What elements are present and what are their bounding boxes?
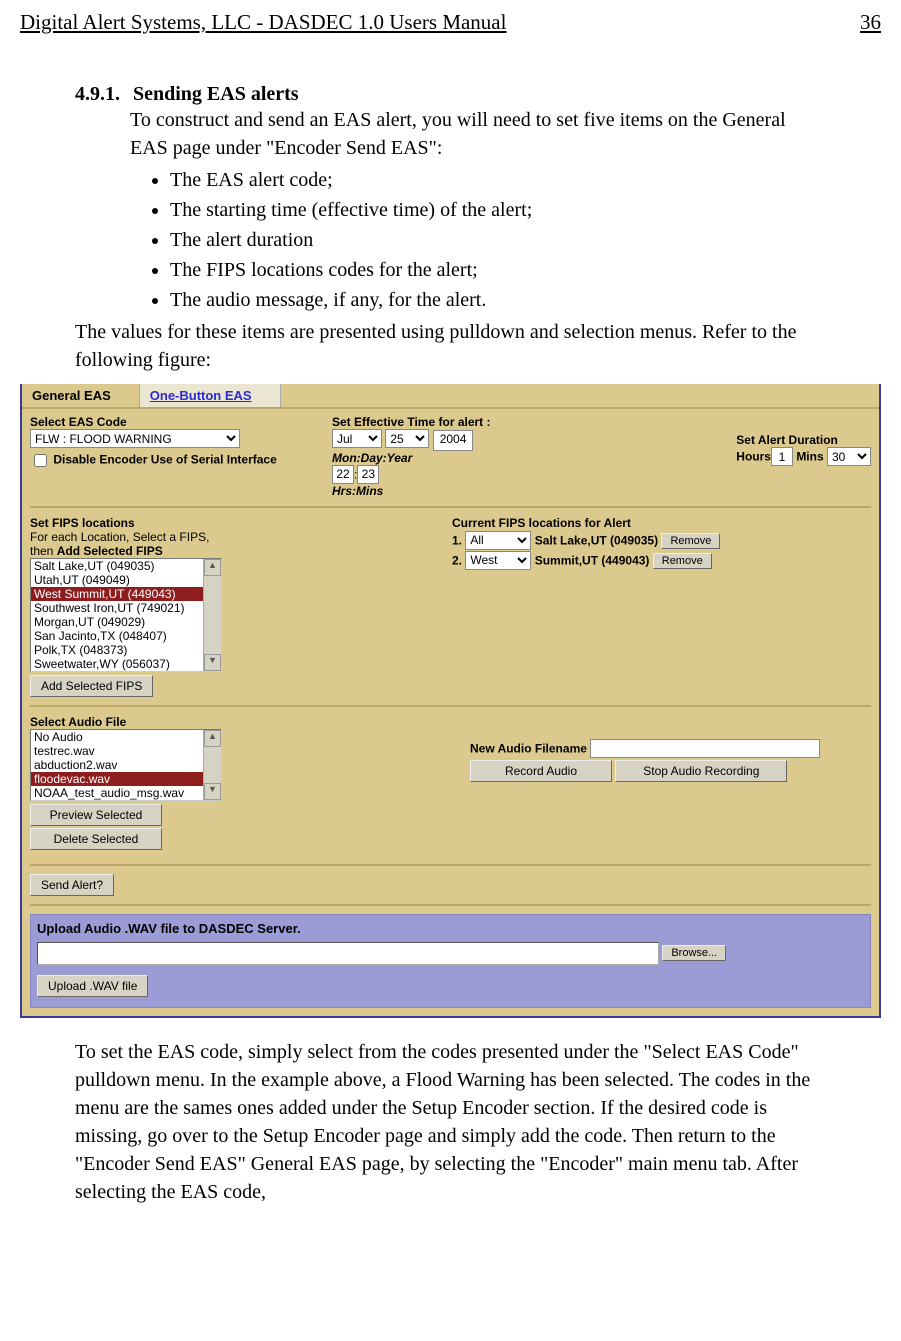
upload-title: Upload Audio .WAV file to DASDEC Server. — [37, 921, 864, 936]
page-number: 36 — [860, 10, 881, 35]
fips-scope-select[interactable]: West — [465, 551, 531, 570]
fips-option[interactable]: Utah,UT (049049) — [31, 573, 203, 587]
fips-option[interactable]: San Jacinto,TX (048407) — [31, 629, 203, 643]
remove-button[interactable]: Remove — [661, 533, 720, 549]
duration-hours-input[interactable] — [771, 447, 793, 466]
section-number: 4.9.1. — [75, 83, 120, 105]
audio-option[interactable]: No Audio — [31, 730, 203, 744]
current-fips-label: Current FIPS locations for Alert — [452, 516, 872, 530]
browse-button[interactable]: Browse... — [662, 945, 726, 961]
audio-option[interactable]: abduction2.wav — [31, 758, 203, 772]
fips-hint-bold: Add Selected FIPS — [57, 544, 163, 558]
delete-selected-button[interactable]: Delete Selected — [30, 828, 162, 850]
mins-input[interactable] — [357, 465, 379, 484]
audio-option[interactable]: NOAA_test_audio_msg.wav — [31, 786, 203, 800]
fips-listbox[interactable]: Salt Lake,UT (049035) Utah,UT (049049) W… — [30, 558, 222, 672]
bullet-item: The FIPS locations codes for the alert; — [170, 256, 826, 284]
header-title: Digital Alert Systems, LLC - DASDEC 1.0 … — [20, 10, 506, 35]
send-alert-button[interactable]: Send Alert? — [30, 874, 114, 896]
disable-encoder-label: Disable Encoder Use of Serial Interface — [53, 453, 276, 467]
bullet-item: The EAS alert code; — [170, 166, 826, 194]
scroll-up-icon[interactable]: ▲ — [204, 730, 221, 747]
preview-selected-button[interactable]: Preview Selected — [30, 804, 162, 826]
record-audio-button[interactable]: Record Audio — [470, 760, 612, 782]
year-display: 2004 — [433, 430, 474, 451]
audio-option-selected[interactable]: floodevac.wav — [31, 772, 203, 786]
hrs-mins-label: Hrs:Mins — [332, 484, 592, 498]
fips-hint-1: For each Location, Select a FIPS, — [30, 530, 209, 544]
alert-duration-label: Set Alert Duration — [736, 433, 871, 447]
fips-option-selected[interactable]: West Summit,UT (449043) — [31, 587, 203, 601]
select-audio-label: Select Audio File — [30, 715, 250, 729]
section-title: Sending EAS alerts — [133, 83, 299, 105]
eas-code-select[interactable]: FLW : FLOOD WARNING — [30, 429, 240, 448]
footer-paragraph: To set the EAS code, simply select from … — [75, 1038, 826, 1206]
fips-scope-select[interactable]: All — [465, 531, 531, 550]
day-select[interactable]: 25 — [385, 429, 429, 448]
after-bullets-text: The values for these items are presented… — [75, 318, 826, 374]
duration-mins-select[interactable]: 30 — [827, 447, 871, 466]
upload-wav-button[interactable]: Upload .WAV file — [37, 975, 148, 997]
remove-button[interactable]: Remove — [653, 553, 712, 569]
bullet-item: The starting time (effective time) of th… — [170, 196, 826, 224]
tab-general-eas[interactable]: General EAS — [22, 384, 140, 407]
row-number: 1. — [452, 533, 462, 547]
fips-option[interactable]: Southwest Iron,UT (749021) — [31, 601, 203, 615]
bullet-list: The EAS alert code; The starting time (e… — [170, 166, 826, 314]
new-audio-filename-label: New Audio Filename — [470, 741, 587, 755]
mon-day-year-label: Mon:Day:Year — [332, 451, 592, 465]
upload-path-input[interactable] — [37, 942, 659, 965]
audio-option[interactable]: testrec.wav — [31, 744, 203, 758]
set-fips-label: Set FIPS locations — [30, 516, 320, 530]
month-select[interactable]: Jul — [332, 429, 382, 448]
select-eas-code-label: Select EAS Code — [30, 415, 320, 429]
stop-audio-recording-button[interactable]: Stop Audio Recording — [615, 760, 787, 782]
bullet-item: The alert duration — [170, 226, 826, 254]
new-audio-filename-input[interactable] — [590, 739, 820, 758]
upload-panel: Upload Audio .WAV file to DASDEC Server.… — [30, 914, 871, 1008]
row-number: 2. — [452, 553, 462, 567]
bullet-item: The audio message, if any, for the alert… — [170, 286, 826, 314]
effective-time-label: Set Effective Time for alert : — [332, 415, 592, 429]
scroll-up-icon[interactable]: ▲ — [204, 559, 221, 576]
tab-bar: General EAS One-Button EAS — [22, 384, 879, 409]
hours-input[interactable] — [332, 465, 354, 484]
app-panel: General EAS One-Button EAS Select EAS Co… — [20, 384, 881, 1018]
fips-location-text: Summit,UT (449043) — [535, 553, 650, 567]
fips-location-text: Salt Lake,UT (049035) — [535, 533, 658, 547]
intro-text: To construct and send an EAS alert, you … — [130, 106, 826, 162]
fips-option[interactable]: Sweetwater,WY (056037) — [31, 657, 203, 671]
scrollbar[interactable]: ▲ ▼ — [203, 559, 221, 671]
tab-one-button-eas[interactable]: One-Button EAS — [140, 384, 281, 407]
add-selected-fips-button[interactable]: Add Selected FIPS — [30, 675, 153, 697]
scrollbar[interactable]: ▲ ▼ — [203, 730, 221, 800]
mins-label: Mins — [796, 450, 823, 464]
fips-option[interactable]: Polk,TX (048373) — [31, 643, 203, 657]
fips-option[interactable]: Morgan,UT (049029) — [31, 615, 203, 629]
disable-encoder-checkbox[interactable] — [34, 454, 47, 467]
scroll-down-icon[interactable]: ▼ — [204, 654, 221, 671]
scroll-down-icon[interactable]: ▼ — [204, 783, 221, 800]
audio-listbox[interactable]: No Audio testrec.wav abduction2.wav floo… — [30, 729, 222, 801]
hours-label: Hours — [736, 450, 771, 464]
fips-hint-2: then — [30, 544, 53, 558]
fips-option[interactable]: Salt Lake,UT (049035) — [31, 559, 203, 573]
